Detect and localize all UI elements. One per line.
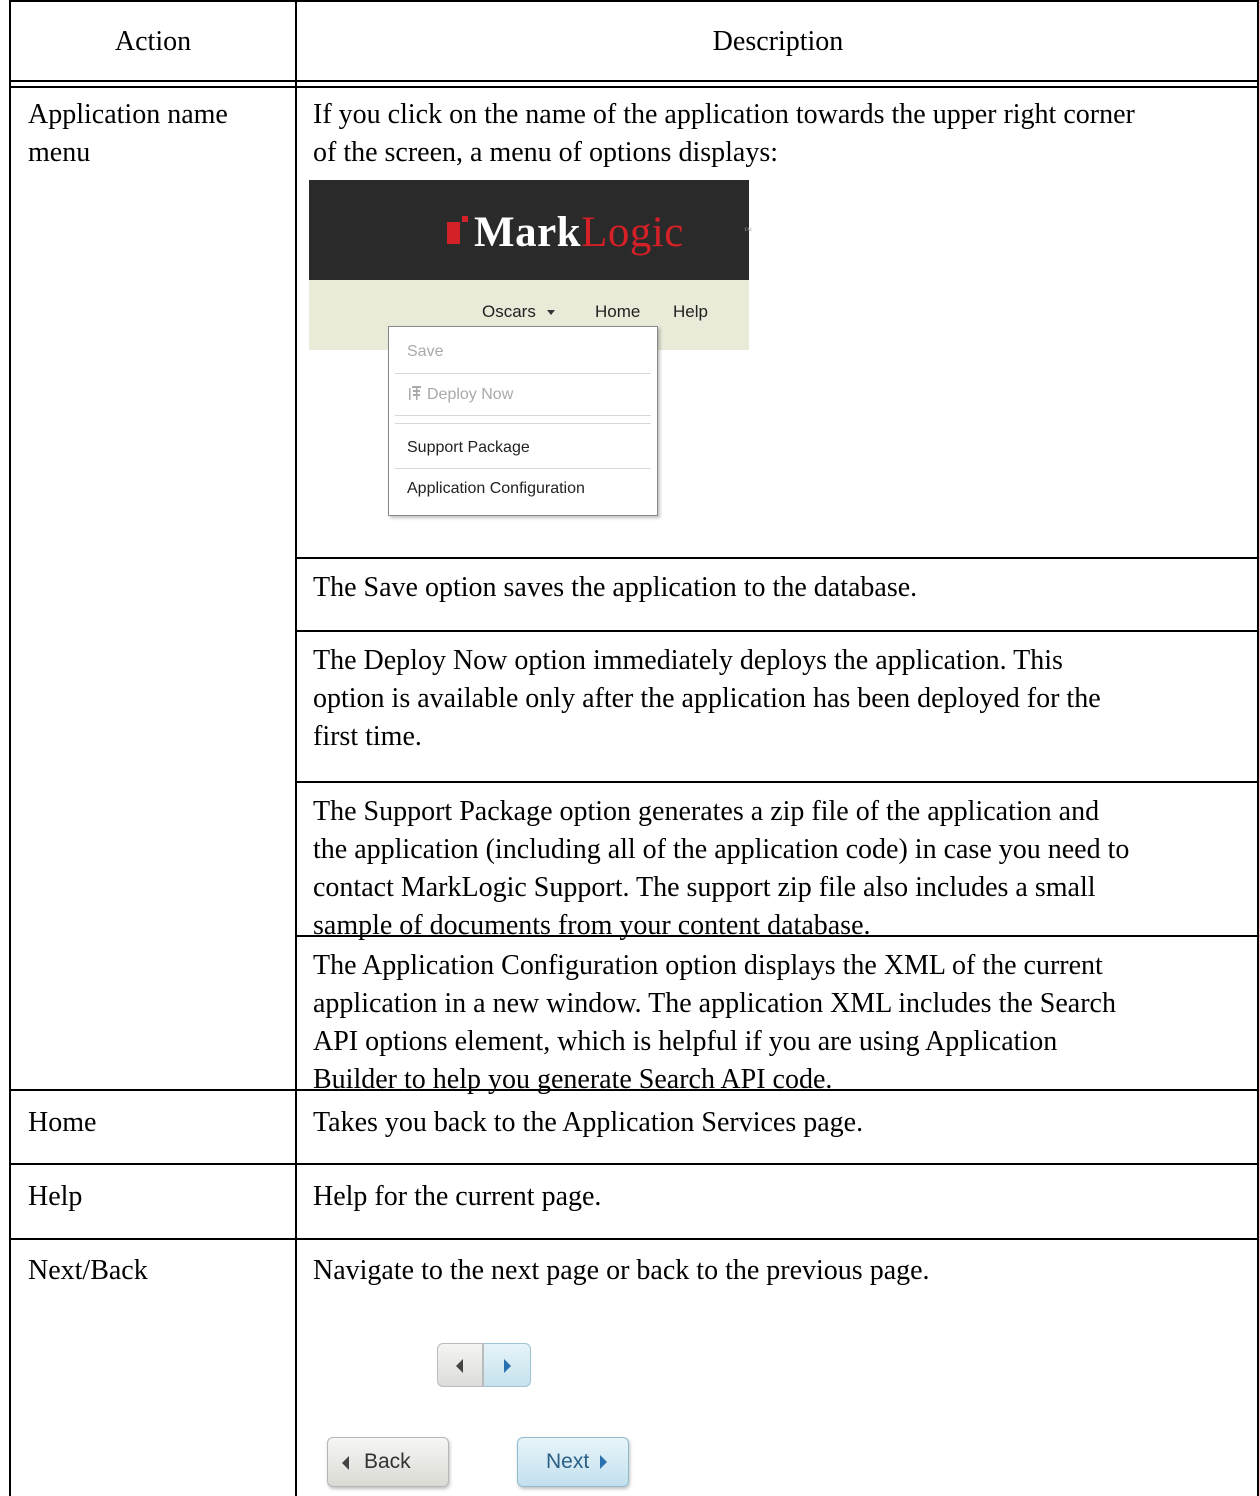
marklogic-logo-icon-dot [462, 216, 468, 222]
app-name-menu[interactable]: Oscars [482, 302, 536, 322]
marklogic-logo: MarkLogic [474, 208, 684, 257]
row-action-home: Home [28, 1107, 97, 1138]
description-line: the application (including all of the ap… [313, 834, 1130, 865]
nav-help-link[interactable]: Help [673, 302, 708, 322]
subrow-rule [295, 781, 1257, 783]
row-description-help: Help for the current page. [313, 1181, 602, 1212]
description-line: The Save option saves the application to… [313, 572, 918, 603]
back-button-label: Back [364, 1450, 411, 1473]
menu-separator [395, 468, 651, 469]
chevron-down-icon [547, 310, 555, 315]
next-button[interactable]: Next [517, 1437, 629, 1487]
next-arrow-button[interactable] [483, 1343, 531, 1387]
nav-home-link[interactable]: Home [595, 302, 640, 322]
subrow-rule [295, 935, 1257, 937]
arrow-left-icon [456, 1359, 463, 1373]
arrow-right-icon [600, 1455, 607, 1469]
logo-mark-text: Mark [474, 209, 582, 256]
description-save: The Save option saves the application to… [313, 569, 917, 607]
header-description: Description [712, 26, 844, 57]
menu-item-label: Deploy Now [427, 386, 514, 403]
description-application-configuration: The Application Configuration option dis… [313, 947, 1116, 1099]
description-line: of the screen, a menu of options display… [313, 137, 779, 168]
description-line: contact MarkLogic Support. The support z… [313, 872, 1096, 903]
row-action-application-name-menu: Application name menu [28, 96, 228, 172]
back-button[interactable]: Back [327, 1437, 449, 1487]
description-line: The Deploy Now option immediately deploy… [313, 645, 1063, 676]
application-dropdown-menu: Save Deploy Now Support Package Applicat… [388, 326, 658, 516]
header-action: Action [114, 26, 192, 57]
action-line: menu [28, 137, 91, 168]
menu-separator [395, 415, 651, 416]
row-action-next-back: Next/Back [28, 1255, 148, 1286]
row-action-help: Help [28, 1181, 83, 1212]
marklogic-logo-icon [447, 222, 460, 244]
description-line: The Application Configuration option dis… [313, 950, 1103, 981]
menu-item-deploy-now[interactable]: Deploy Now [407, 385, 513, 404]
previous-arrow-button[interactable] [437, 1343, 483, 1387]
menu-separator [395, 423, 651, 424]
row-description-home: Takes you back to the Application Servic… [313, 1107, 864, 1138]
next-button-label: Next [546, 1450, 590, 1473]
header-rule-double [11, 86, 1257, 88]
description-line: The Support Package option generates a z… [313, 796, 1100, 827]
description-line: API options element, which is helpful if… [313, 1026, 1058, 1057]
subrow-rule [295, 557, 1257, 559]
action-line: Application name [28, 99, 228, 130]
menu-separator [395, 373, 651, 374]
description-line: first time. [313, 721, 422, 752]
description-support-package: The Support Package option generates a z… [313, 793, 1129, 945]
description-line: option is available only after the appli… [313, 683, 1101, 714]
description-line: If you click on the name of the applicat… [313, 99, 1135, 130]
row-rule [11, 1089, 1257, 1091]
menu-item-support-package[interactable]: Support Package [407, 439, 530, 457]
trademark-symbol: ™ [744, 226, 752, 235]
arrow-button-pair [437, 1343, 531, 1387]
description-deploy-now: The Deploy Now option immediately deploy… [313, 642, 1101, 756]
row-description-next-back: Navigate to the next page or back to the… [313, 1255, 930, 1286]
description-line: application in a new window. The applica… [313, 988, 1116, 1019]
row-description-intro: If you click on the name of the applicat… [313, 96, 1135, 172]
menu-item-application-configuration[interactable]: Application Configuration [407, 480, 585, 498]
description-line: sample of documents from your content da… [313, 910, 871, 941]
logo-logic-text: Logic [581, 209, 684, 256]
arrow-right-icon [504, 1359, 511, 1373]
column-divider [295, 2, 297, 1496]
row-rule [11, 1163, 1257, 1165]
deploy-icon [409, 386, 421, 400]
menu-item-save[interactable]: Save [407, 343, 443, 361]
arrow-left-icon [342, 1456, 349, 1470]
subrow-rule [295, 630, 1257, 632]
row-rule [11, 1238, 1257, 1240]
header-rule [11, 80, 1257, 82]
description-line: Builder to help you generate Search API … [313, 1064, 833, 1095]
